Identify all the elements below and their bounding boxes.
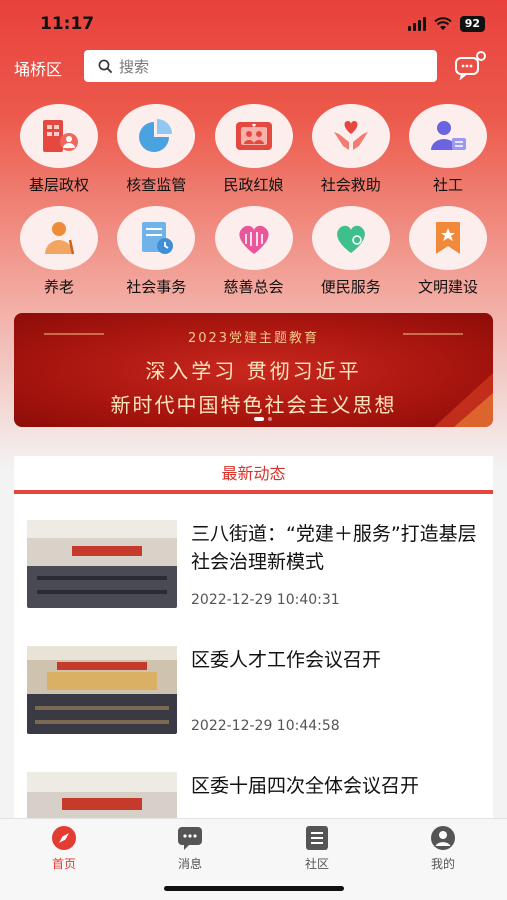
wifi-icon bbox=[433, 17, 452, 30]
grid-item-relief[interactable]: 社会救助 bbox=[306, 104, 396, 206]
grid-label: 民政红娘 bbox=[223, 176, 284, 194]
search-icon bbox=[98, 59, 113, 73]
service-heart-icon bbox=[336, 225, 365, 253]
home-indicator bbox=[164, 886, 344, 891]
news-item[interactable]: 区委十届四次全体会议召开 bbox=[27, 772, 482, 820]
star-ribbon-icon bbox=[436, 222, 460, 254]
chat-bubble-icon bbox=[178, 827, 202, 850]
tab-label: 消息 bbox=[177, 857, 202, 871]
status-time: 11:17 bbox=[40, 14, 95, 34]
grid-item-matchmaker[interactable]: 民政红娘 bbox=[209, 104, 299, 206]
district-selector[interactable]: 埇桥区 bbox=[14, 56, 62, 80]
banner-caption: 2023党建主题教育 bbox=[187, 331, 320, 346]
news-item[interactable]: 三八街道：“党建＋服务”打造基层社会治理新模式 2022-12-29 10:40… bbox=[27, 520, 482, 620]
signal-icon bbox=[407, 17, 426, 31]
charity-heart-icon bbox=[238, 225, 269, 254]
grid-label: 便民服务 bbox=[320, 278, 381, 296]
news-thumbnail bbox=[27, 520, 177, 608]
tab-label: 首页 bbox=[51, 857, 76, 871]
news-section-title: 最新动态 bbox=[14, 456, 493, 494]
grid-label: 养老 bbox=[43, 278, 74, 296]
grid-label: 社会救助 bbox=[320, 176, 381, 194]
news-headline: 区委十届四次全体会议召开 bbox=[191, 775, 420, 797]
grid-label: 文明建设 bbox=[417, 278, 478, 296]
battery-indicator: 92 bbox=[459, 16, 485, 32]
grid-label: 社会事务 bbox=[126, 278, 187, 296]
top-header: 埇桥区 搜索 bbox=[0, 48, 507, 84]
news-section: 最新动态 三八街道：“党建＋服务”打造基层社会治理新模式 2022-12-29 … bbox=[14, 456, 493, 820]
carousel-indicator bbox=[254, 417, 272, 421]
tab-profile[interactable]: 我的 bbox=[408, 825, 478, 872]
user-icon bbox=[431, 826, 455, 850]
news-headline: 区委人才工作会议召开 bbox=[191, 649, 382, 671]
pie-chart-icon bbox=[139, 119, 173, 152]
tab-label: 我的 bbox=[430, 857, 455, 871]
tab-messages[interactable]: 消息 bbox=[155, 825, 225, 872]
building-person-icon bbox=[43, 120, 78, 152]
grid-label: 社工 bbox=[432, 176, 463, 194]
person-badge-icon bbox=[431, 121, 466, 150]
status-bar: 11:17 92 bbox=[0, 0, 507, 48]
hands-heart-icon bbox=[333, 121, 368, 150]
elderly-person-icon bbox=[45, 222, 75, 255]
promo-banner[interactable]: 2023党建主题教育 深入学习 贯彻习近平 新时代中国特色社会主义思想 bbox=[14, 313, 493, 427]
grid-item-elderly[interactable]: 养老 bbox=[14, 206, 104, 308]
tab-label: 社区 bbox=[304, 857, 329, 871]
news-thumbnail bbox=[27, 646, 177, 734]
function-grid: 基层政权 核查监管 民政红娘 社会救助 社工 养老 社会事务 慈善总会 便民服务… bbox=[14, 104, 493, 308]
news-item[interactable]: 区委人才工作会议召开 2022-12-29 10:44:58 bbox=[27, 646, 482, 746]
news-thumbnail bbox=[27, 772, 177, 820]
banner-subheadline: 新时代中国特色社会主义思想 bbox=[110, 393, 397, 417]
grid-item-grassroots[interactable]: 基层政权 bbox=[14, 104, 104, 206]
tab-community[interactable]: 社区 bbox=[282, 825, 352, 872]
grid-label: 核查监管 bbox=[126, 176, 187, 194]
banner-headline: 深入学习 贯彻习近平 bbox=[145, 359, 362, 383]
grid-item-civilization[interactable]: 文明建设 bbox=[403, 206, 493, 308]
search-input[interactable]: 搜索 bbox=[84, 50, 437, 82]
grid-label: 基层政权 bbox=[28, 176, 89, 194]
couple-heart-icon bbox=[235, 122, 272, 150]
status-indicators: 92 bbox=[407, 16, 485, 32]
grid-item-convenience[interactable]: 便民服务 bbox=[306, 206, 396, 308]
tab-home[interactable]: 首页 bbox=[29, 825, 99, 872]
compass-icon bbox=[52, 826, 76, 850]
grid-item-social-work[interactable]: 社工 bbox=[403, 104, 493, 206]
news-time: 2022-12-29 10:40:31 bbox=[191, 592, 340, 608]
news-headline: 三八街道：“党建＋服务”打造基层社会治理新模式 bbox=[191, 523, 477, 573]
search-placeholder: 搜索 bbox=[119, 57, 150, 76]
grid-item-affairs[interactable]: 社会事务 bbox=[111, 206, 201, 308]
grid-item-inspection[interactable]: 核查监管 bbox=[111, 104, 201, 206]
grid-item-charity[interactable]: 慈善总会 bbox=[209, 206, 299, 308]
news-time: 2022-12-29 10:44:58 bbox=[191, 718, 340, 734]
grid-label: 慈善总会 bbox=[223, 278, 284, 296]
list-doc-icon bbox=[306, 826, 328, 850]
document-clock-icon bbox=[142, 222, 174, 254]
message-icon[interactable] bbox=[453, 50, 489, 80]
